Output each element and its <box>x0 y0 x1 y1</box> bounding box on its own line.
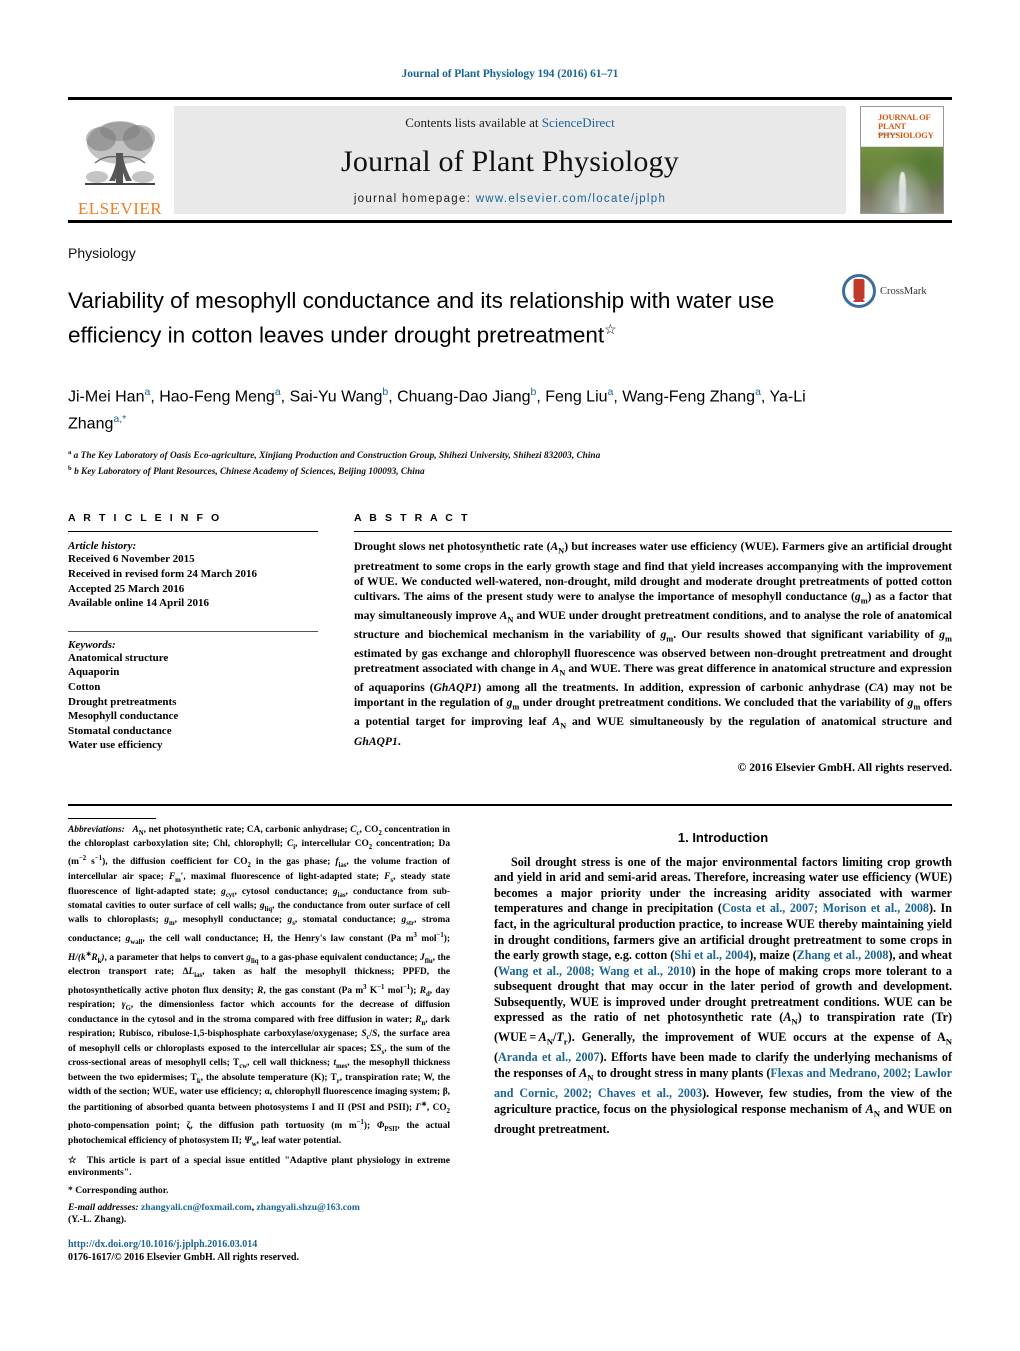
divider <box>68 630 318 632</box>
history-item: Received in revised form 24 March 2016 <box>68 568 257 581</box>
corresponding-author-footnote: * Corresponding author. <box>68 1184 169 1196</box>
affiliation-a-text: a The Key Laboratory of Oasis Eco-agricu… <box>73 451 601 462</box>
body-columns: Abbreviations: AN, net photosynthetic ra… <box>68 817 952 1265</box>
footnote-divider <box>68 817 156 819</box>
special-issue-footnote: ☆ This article is part of a special issu… <box>68 1155 450 1179</box>
contents-available-line: Contents lists available at ScienceDirec… <box>405 115 614 131</box>
keyword-item: Anatomical structure <box>68 651 169 664</box>
info-abstract-row: A R T I C L E I N F O Article history: R… <box>68 512 952 774</box>
journal-cover-thumbnail: JOURNAL OF PLANT PHYSIOLOGY ▪▪▪▪▪▪▪▪▪▪▪▪… <box>852 100 952 220</box>
page-title: Variability of mesophyll conductance and… <box>68 287 836 350</box>
journal-masthead: ELSEVIER Contents lists available at Sci… <box>68 97 952 223</box>
doi-block: http://dx.doi.org/10.1016/j.jplph.2016.0… <box>68 1238 450 1264</box>
crossmark-icon <box>842 274 876 308</box>
keyword-item: Mesophyll conductance <box>68 710 179 723</box>
title-text: Variability of mesophyll conductance and… <box>68 288 775 348</box>
divider <box>68 531 318 533</box>
abbreviations-footnote: Abbreviations: AN, net photosynthetic ra… <box>68 824 451 1148</box>
email-author-suffix: (Y.-L. Zhang). <box>68 1214 127 1226</box>
article-history-title: Article history: <box>68 540 137 553</box>
abstract-column: A B S T R A C T Drought slows net photos… <box>336 512 952 774</box>
divider <box>68 803 952 806</box>
keyword-item: Stomatal conductance <box>68 724 172 737</box>
cover-title-line2: PLANT PHYSIOLOGY <box>878 121 934 140</box>
introduction-column: 1. Introduction Soil drought stress is o… <box>472 818 952 1265</box>
subject-category: Physiology <box>68 245 136 261</box>
elsevier-wordmark: ELSEVIER <box>77 199 163 218</box>
doi-link[interactable]: http://dx.doi.org/10.1016/j.jplph.2016.0… <box>68 1238 450 1251</box>
running-head: Journal of Plant Physiology 194 (2016) 6… <box>401 68 619 80</box>
sciencedirect-link[interactable]: ScienceDirect <box>542 115 615 130</box>
history-item: Accepted 25 March 2016 <box>68 582 185 595</box>
cover-header: JOURNAL OF PLANT PHYSIOLOGY ▪▪▪▪▪▪▪▪▪▪▪▪… <box>861 107 943 147</box>
email-link-2[interactable]: zhangyali.shzu@163.com <box>257 1202 360 1213</box>
keyword-item: Cotton <box>68 681 101 694</box>
introduction-paragraph: Soil drought stress is one of the major … <box>494 854 952 1136</box>
elsevier-tree-icon <box>85 121 155 185</box>
article-info-column: A R T I C L E I N F O Article history: R… <box>68 512 336 773</box>
issn-copyright-line: 0176-1617/© 2016 Elsevier GmbH. All righ… <box>68 1252 299 1264</box>
keyword-item: Water use efficiency <box>68 739 163 752</box>
contents-prefix: Contents lists available at <box>405 115 542 130</box>
email-link-1[interactable]: zhangyali.cn@foxmail.com <box>141 1202 252 1213</box>
cover-image: JOURNAL OF PLANT PHYSIOLOGY ▪▪▪▪▪▪▪▪▪▪▪▪… <box>860 106 944 214</box>
crossmark-label: CrossMark <box>880 285 927 297</box>
history-item: Received 6 November 2015 <box>68 553 195 566</box>
introduction-heading: 1. Introduction <box>677 829 769 845</box>
keywords-block: Keywords: Anatomical structure Aquaporin… <box>68 630 318 753</box>
title-footnote-marker: ☆ <box>604 321 617 338</box>
abstract-text: Drought slows net photosynthetic rate (A… <box>354 540 952 748</box>
homepage-prefix: journal homepage: <box>353 193 476 205</box>
footnotes-column: Abbreviations: AN, net photosynthetic ra… <box>68 817 472 1265</box>
abstract-heading: A B S T R A C T <box>354 512 470 525</box>
keywords-title: Keywords: <box>68 638 116 651</box>
title-row: Variability of mesophyll conductance and… <box>68 272 952 365</box>
cover-subtitle: ▪▪▪▪▪▪▪▪▪▪▪▪▪▪▪▪▪▪ <box>878 132 899 136</box>
email-label: E-mail addresses: <box>68 1201 139 1213</box>
crossmark-badge[interactable]: CrossMark <box>842 274 952 308</box>
journal-homepage-link[interactable]: www.elsevier.com/locate/jplph <box>476 193 666 205</box>
journal-homepage-line: journal homepage: www.elsevier.com/locat… <box>354 193 666 205</box>
affiliation-b-text: b Key Laboratory of Plant Resources, Chi… <box>74 466 425 477</box>
article-info-heading: A R T I C L E I N F O <box>68 512 222 525</box>
masthead-center: Contents lists available at ScienceDirec… <box>174 106 846 214</box>
keyword-item: Drought pretreatments <box>68 695 177 708</box>
affiliations: a a The Key Laboratory of Oasis Eco-agri… <box>68 447 952 478</box>
divider <box>354 531 952 533</box>
article-page: Journal of Plant Physiology 194 (2016) 6… <box>0 0 1020 1351</box>
keyword-item: Aquaporin <box>68 666 120 679</box>
history-item: Available online 14 April 2016 <box>68 597 209 610</box>
author-list: Ji-Mei Hana, Hao-Feng Menga, Sai-Yu Wang… <box>68 385 806 433</box>
cover-photo <box>861 147 943 213</box>
email-footnote: E-mail addresses: zhangyali.cn@foxmail.c… <box>68 1201 360 1226</box>
affiliation-b: b b Key Laboratory of Plant Resources, C… <box>68 464 425 477</box>
journal-title: Journal of Plant Physiology <box>341 145 679 178</box>
affiliation-a: a a The Key Laboratory of Oasis Eco-agri… <box>68 449 601 462</box>
elsevier-logo: ELSEVIER <box>68 100 172 220</box>
abstract-copyright: © 2016 Elsevier GmbH. All rights reserve… <box>737 760 952 774</box>
